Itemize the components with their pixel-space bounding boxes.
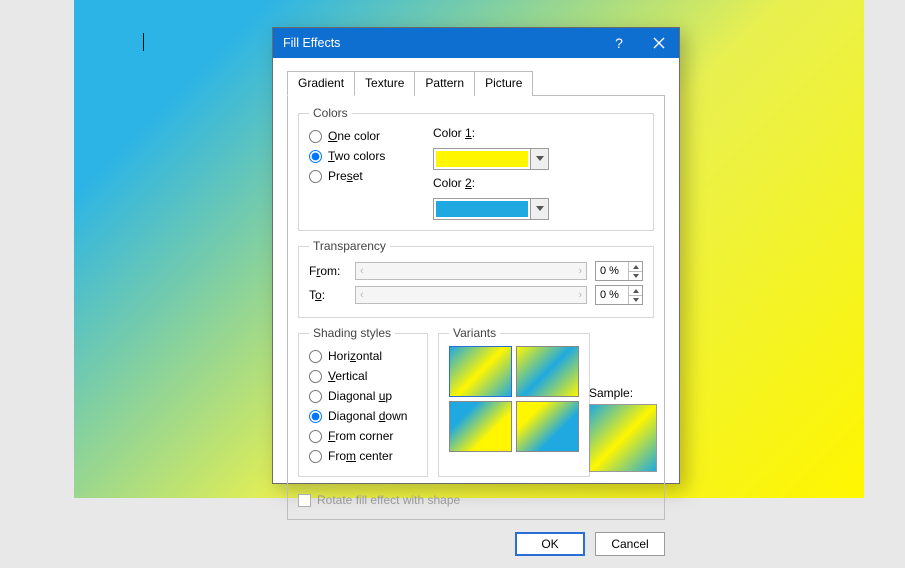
radio-diagonal-up[interactable]: Diagonal up [309, 386, 417, 406]
color1-dropdown[interactable] [433, 148, 549, 170]
tab-pattern[interactable]: Pattern [414, 71, 475, 96]
variant-1[interactable] [516, 346, 579, 397]
fill-effects-dialog: Fill Effects ? Gradient Texture Pattern … [272, 27, 680, 484]
radio-two-colors[interactable]: Two colors [309, 146, 419, 166]
titlebar-controls: ? [599, 28, 679, 58]
from-value: 0 % [596, 265, 628, 277]
close-button[interactable] [639, 28, 679, 58]
radio-two-colors-label: Two colors [328, 149, 385, 163]
close-icon [653, 37, 665, 49]
from-spinner[interactable]: 0 % [595, 261, 643, 281]
to-spinner[interactable]: 0 % [595, 285, 643, 305]
transparency-group: Transparency From: ‹› 0 % To: ‹› 0 % [298, 239, 654, 318]
shading-legend: Shading styles [309, 326, 395, 340]
spinner-up-icon[interactable] [629, 286, 642, 295]
color1-label: Color 1: [433, 126, 549, 140]
chevron-down-icon [530, 199, 548, 219]
color1-swatch [436, 151, 528, 167]
variant-2[interactable] [449, 401, 512, 452]
radio-preset-label: Preset [328, 169, 363, 183]
tab-gradient[interactable]: Gradient [287, 71, 355, 96]
variant-0[interactable] [449, 346, 512, 397]
shading-styles-group: Shading styles Horizontal Vertical Diago… [298, 326, 428, 477]
radio-preset-input[interactable] [309, 170, 322, 183]
radio-from-center[interactable]: From center [309, 446, 417, 466]
rotate-checkbox[interactable] [298, 494, 311, 507]
variants-legend: Variants [449, 326, 500, 340]
tab-strip: Gradient Texture Pattern Picture [287, 70, 665, 95]
colors-legend: Colors [309, 106, 352, 120]
radio-horizontal[interactable]: Horizontal [309, 346, 417, 366]
radio-diagonal-down[interactable]: Diagonal down [309, 406, 417, 426]
sample-preview [589, 404, 657, 472]
colors-group: Colors One color Two colors [298, 106, 654, 231]
sample-label: Sample: [589, 386, 657, 400]
radio-one-color-input[interactable] [309, 130, 322, 143]
radio-from-corner[interactable]: From corner [309, 426, 417, 446]
text-cursor [143, 33, 144, 51]
color2-label: Color 2: [433, 176, 549, 190]
radio-one-color[interactable]: One color [309, 126, 419, 146]
dialog-button-bar: OK Cancel [273, 532, 679, 568]
to-slider[interactable]: ‹› [355, 286, 587, 304]
color2-dropdown[interactable] [433, 198, 549, 220]
radio-one-color-label: One color [328, 129, 380, 143]
spinner-down-icon[interactable] [629, 271, 642, 280]
spinner-up-icon[interactable] [629, 262, 642, 271]
help-button[interactable]: ? [599, 35, 639, 51]
spinner-down-icon[interactable] [629, 295, 642, 304]
color2-swatch [436, 201, 528, 217]
variant-3[interactable] [516, 401, 579, 452]
chevron-down-icon [530, 149, 548, 169]
radio-preset[interactable]: Preset [309, 166, 419, 186]
rotate-checkbox-row: Rotate fill effect with shape [298, 493, 654, 507]
radio-two-colors-input[interactable] [309, 150, 322, 163]
tab-picture[interactable]: Picture [474, 71, 533, 96]
cancel-button[interactable]: Cancel [595, 532, 665, 556]
to-label: To: [309, 288, 347, 302]
from-slider[interactable]: ‹› [355, 262, 587, 280]
variants-group: Variants [438, 326, 590, 477]
ok-button[interactable]: OK [515, 532, 585, 556]
from-label: From: [309, 264, 347, 278]
tab-texture[interactable]: Texture [354, 71, 415, 96]
sample-section: Sample: [589, 386, 657, 472]
dialog-titlebar[interactable]: Fill Effects ? [273, 28, 679, 58]
dialog-title: Fill Effects [283, 36, 340, 50]
radio-vertical[interactable]: Vertical [309, 366, 417, 386]
rotate-label: Rotate fill effect with shape [317, 493, 460, 507]
transparency-legend: Transparency [309, 239, 390, 253]
to-value: 0 % [596, 289, 628, 301]
